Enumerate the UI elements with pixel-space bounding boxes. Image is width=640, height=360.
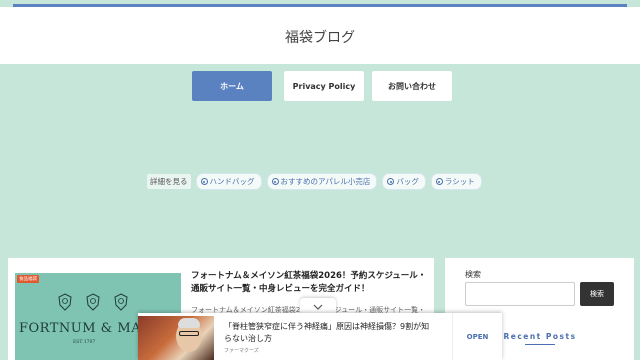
tag-icon bbox=[435, 178, 443, 185]
search-input[interactable] bbox=[465, 282, 575, 306]
thumbnail-est-text: EST 1707 bbox=[73, 340, 96, 345]
tag-link[interactable]: バッグ bbox=[382, 173, 426, 190]
site-title[interactable]: 福袋ブログ bbox=[0, 27, 640, 47]
chevron-down-icon bbox=[313, 304, 323, 310]
tag-link[interactable]: おすすめのアパレル小売店 bbox=[266, 173, 378, 190]
nav-home-button[interactable]: ホーム bbox=[192, 71, 272, 101]
tag-link[interactable]: ハンドバッグ bbox=[195, 173, 262, 190]
recent-posts-underline bbox=[525, 344, 555, 345]
category-badge[interactable]: 食品福袋 bbox=[17, 275, 39, 283]
nav-contact-button[interactable]: お問い合わせ bbox=[372, 71, 452, 101]
crest-icon bbox=[86, 293, 100, 311]
ad-open-button[interactable]: OPEN bbox=[452, 313, 502, 360]
tag-icon bbox=[271, 178, 279, 185]
tag-icon bbox=[387, 178, 395, 185]
bottom-ad-banner[interactable]: 「脊柱管狭窄症に伴う神経痛」原因は神経損傷？9割が知らない治し方 ファーマクーズ… bbox=[138, 313, 502, 360]
ad-person-glasses bbox=[179, 331, 199, 336]
tag-link[interactable]: ラシット bbox=[430, 173, 482, 190]
thumbnail-brand-text: FORTNUM & MAS bbox=[19, 321, 151, 336]
ad-person-hair bbox=[178, 318, 200, 328]
tag-row: 詳細を見る ハンドバッグ おすすめのアパレル小売店 バッグ ラシット bbox=[147, 173, 482, 190]
tag-icon bbox=[200, 178, 208, 185]
post-title[interactable]: フォートナム＆メイソン紅茶福袋2026！予約スケジュール・通販サイト一覧・中身レ… bbox=[191, 270, 427, 296]
crest-icon bbox=[114, 293, 128, 311]
nav-privacy-button[interactable]: Privacy Policy bbox=[284, 71, 364, 101]
search-label: 検索 bbox=[465, 270, 481, 279]
ad-source: ファーマクーズ bbox=[224, 348, 259, 354]
crest-icon bbox=[58, 293, 72, 311]
tag-row-label: 詳細を見る bbox=[147, 174, 191, 189]
ad-image[interactable] bbox=[138, 316, 214, 360]
ad-headline[interactable]: 「脊柱管狭窄症に伴う神経痛」原因は神経損傷？9割が知らない治し方 bbox=[224, 321, 434, 345]
search-button[interactable]: 検索 bbox=[580, 282, 614, 306]
